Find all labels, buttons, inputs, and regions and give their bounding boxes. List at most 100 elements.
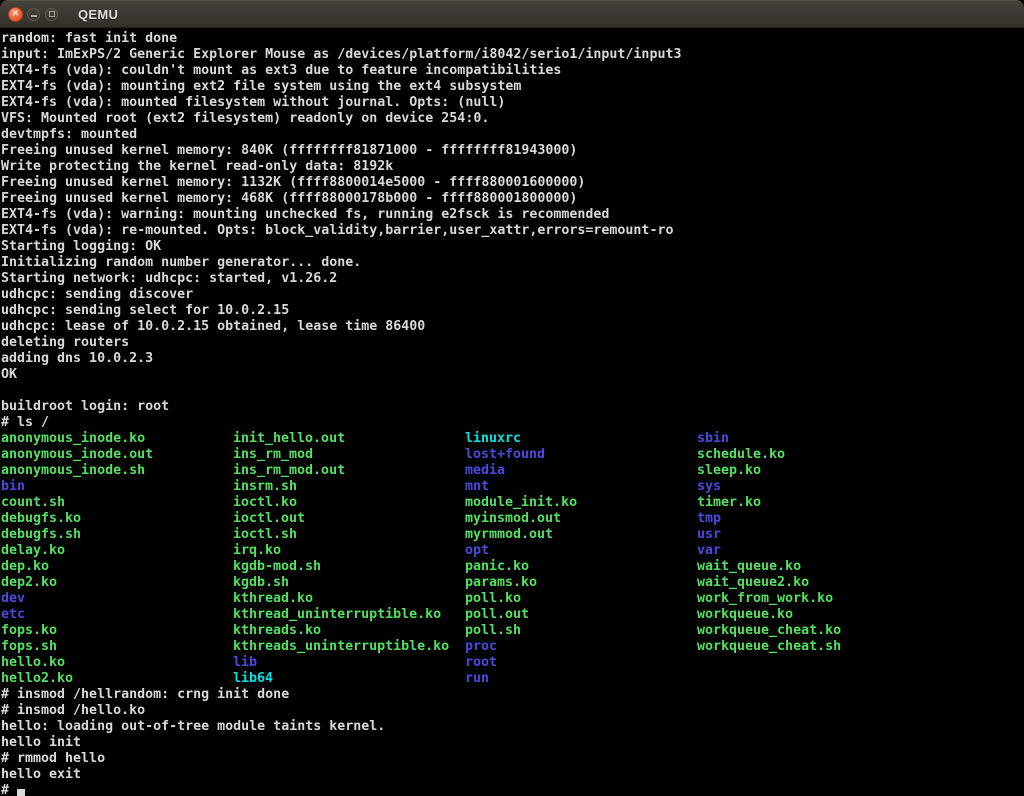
file-entry-dir: media [465,463,697,479]
file-entry-exec: workqueue_cheat.sh [697,639,929,655]
file-entry-exec: hello.ko [1,655,233,671]
file-entry-dir: dev [1,591,233,607]
terminal-line: devtmpfs: mounted [1,127,1024,143]
file-entry-exec: workqueue.ko [697,607,929,623]
file-entry-exec: ioctl.out [233,511,465,527]
ls-output-row: hello2.kolib64run [1,671,1024,687]
file-entry-exec: workqueue_cheat.ko [697,623,929,639]
ls-output-row: hello.kolibroot [1,655,1024,671]
ls-output-row: fops.shkthreads_uninterruptible.koprocwo… [1,639,1024,655]
terminal-line: Write protecting the kernel read-only da… [1,159,1024,175]
close-icon: ✕ [12,9,20,18]
qemu-window: ✕ QEMU random: fast init doneinput: ImEx… [0,0,1024,796]
file-entry-dir: bin [1,479,233,495]
terminal-line: buildroot login: root [1,399,1024,415]
file-entry-exec: dep2.ko [1,575,233,591]
file-entry-exec: fops.sh [1,639,233,655]
file-entry-exec: insrm.sh [233,479,465,495]
file-entry-exec: poll.out [465,607,697,623]
terminal-line: Freeing unused kernel memory: 840K (ffff… [1,143,1024,159]
file-entry-exec: schedule.ko [697,447,929,463]
file-entry-dir: sbin [697,431,929,447]
terminal-line: OK [1,367,1024,383]
file-entry-exec: ins_rm_mod.out [233,463,465,479]
file-entry-exec: kthreads_uninterruptible.ko [233,639,465,655]
terminal-line: random: fast init done [1,31,1024,47]
terminal-line: EXT4-fs (vda): re-mounted. Opts: block_v… [1,223,1024,239]
file-entry-exec: anonymous_inode.ko [1,431,233,447]
ls-output-row: etckthread_uninterruptible.kopoll.outwor… [1,607,1024,623]
file-entry-dir: proc [465,639,697,655]
file-entry-exec: kgdb.sh [233,575,465,591]
terminal-line: udhcpc: lease of 10.0.2.15 obtained, lea… [1,319,1024,335]
file-entry-dir: opt [465,543,697,559]
file-entry-exec: kthreads.ko [233,623,465,639]
file-entry-exec: count.sh [1,495,233,511]
file-entry-exec: timer.ko [697,495,929,511]
file-entry-dir: sys [697,479,929,495]
maximize-button[interactable] [45,8,58,21]
terminal-cursor [17,789,25,796]
ls-output-row: count.shioctl.komodule_init.kotimer.ko [1,495,1024,511]
ls-output-row: debugfs.koioctl.outmyinsmod.outtmp [1,511,1024,527]
window-title: QEMU [78,7,118,22]
terminal-line: Starting network: udhcpc: started, v1.26… [1,271,1024,287]
terminal-line: # ls / [1,415,1024,431]
ls-output-row: anonymous_inode.shins_rm_mod.outmediasle… [1,463,1024,479]
ls-output-row: anonymous_inode.outins_rm_modlost+founds… [1,447,1024,463]
file-entry-exec: init_hello.out [233,431,465,447]
close-button[interactable]: ✕ [8,7,23,22]
terminal-line: Starting logging: OK [1,239,1024,255]
terminal-line: hello exit [1,767,1024,783]
file-entry-exec: kgdb-mod.sh [233,559,465,575]
file-entry-dir: root [465,655,697,671]
file-entry-exec: module_init.ko [465,495,697,511]
minimize-button[interactable] [27,8,40,21]
file-entry-exec: sleep.ko [697,463,929,479]
ls-output-row: dep.kokgdb-mod.shpanic.kowait_queue.ko [1,559,1024,575]
terminal-line: VFS: Mounted root (ext2 filesystem) read… [1,111,1024,127]
file-entry-exec: dep.ko [1,559,233,575]
file-entry-exec: ioctl.sh [233,527,465,543]
minimize-icon [31,15,37,17]
file-entry-exec: delay.ko [1,543,233,559]
file-entry-exec: panic.ko [465,559,697,575]
terminal-line: Freeing unused kernel memory: 468K (ffff… [1,191,1024,207]
terminal-line: Initializing random number generator... … [1,255,1024,271]
file-entry-exec: kthread_uninterruptible.ko [233,607,465,623]
terminal-line: EXT4-fs (vda): mounted filesystem withou… [1,95,1024,111]
file-entry-exec: hello2.ko [1,671,233,687]
terminal-line: # insmod /hellrandom: crng init done [1,687,1024,703]
ls-output-row: dep2.kokgdb.shparams.kowait_queue2.ko [1,575,1024,591]
terminal-line: EXT4-fs (vda): warning: mounting uncheck… [1,207,1024,223]
file-entry-exec: poll.sh [465,623,697,639]
file-entry-exec: ins_rm_mod [233,447,465,463]
terminal-line: Freeing unused kernel memory: 1132K (fff… [1,175,1024,191]
file-entry-dir: etc [1,607,233,623]
file-entry-exec: wait_queue2.ko [697,575,929,591]
file-entry-exec: poll.ko [465,591,697,607]
terminal-line: adding dns 10.0.2.3 [1,351,1024,367]
file-entry-symlink: lib64 [233,671,465,687]
file-entry-exec: fops.ko [1,623,233,639]
file-entry-exec: params.ko [465,575,697,591]
titlebar[interactable]: ✕ QEMU [0,0,1024,28]
terminal-line: input: ImExPS/2 Generic Explorer Mouse a… [1,47,1024,63]
file-entry-dir: usr [697,527,929,543]
file-entry-exec: anonymous_inode.sh [1,463,233,479]
file-entry-exec: debugfs.sh [1,527,233,543]
file-entry-dir: lost+found [465,447,697,463]
file-entry-dir: lib [233,655,465,671]
terminal-line [1,383,1024,399]
ls-output-row: devkthread.kopoll.kowork_from_work.ko [1,591,1024,607]
file-entry-exec: work_from_work.ko [697,591,929,607]
maximize-icon [49,11,55,17]
terminal-line: # insmod /hello.ko [1,703,1024,719]
terminal-screen[interactable]: random: fast init doneinput: ImExPS/2 Ge… [0,28,1024,796]
file-entry-dir: mnt [465,479,697,495]
ls-output-row: delay.koirq.kooptvar [1,543,1024,559]
file-entry-dir: run [465,671,697,687]
terminal-line: hello init [1,735,1024,751]
ls-output-row: anonymous_inode.koinit_hello.outlinuxrcs… [1,431,1024,447]
shell-prompt: # [1,783,17,796]
